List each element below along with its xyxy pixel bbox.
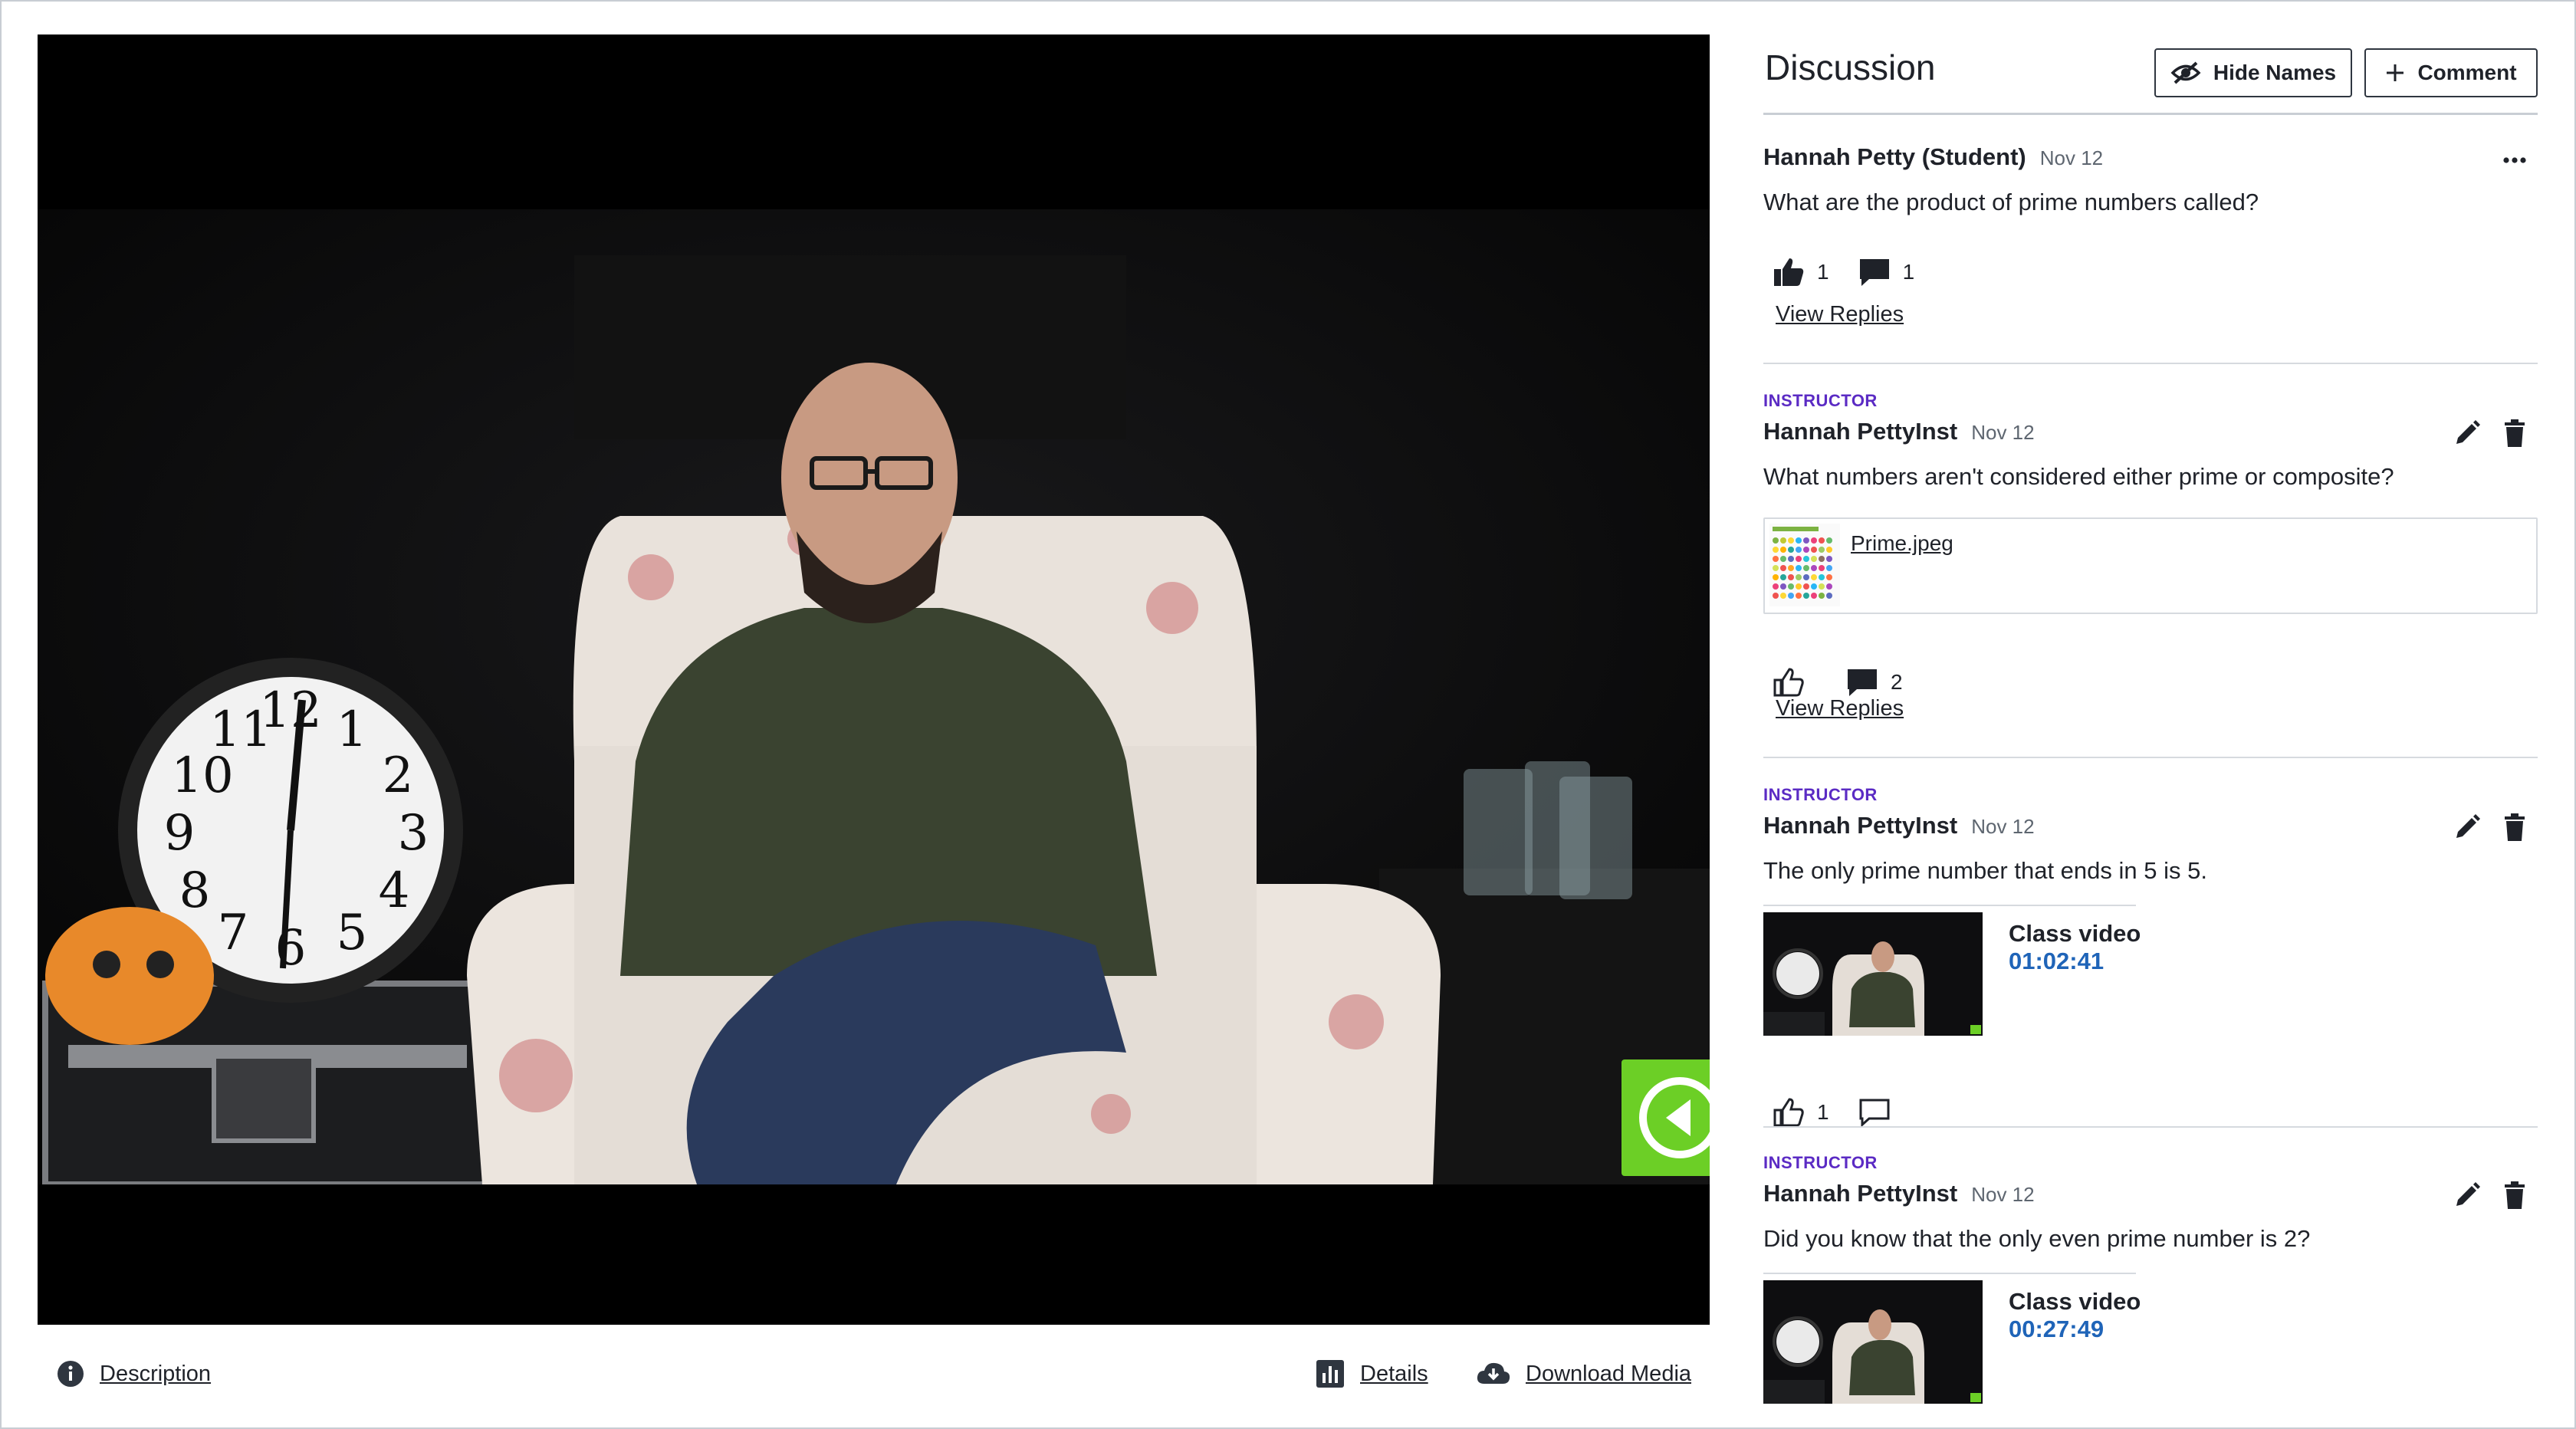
video-clip-card[interactable]: Class video 01:02:41	[1763, 905, 2538, 1039]
like-count: 1	[1817, 260, 1829, 284]
video-frame[interactable]: 12 1 2 345 678 9 10 11	[38, 209, 1710, 1184]
more-options-button[interactable]	[2499, 145, 2530, 176]
arrow-left-circle-icon	[1639, 1077, 1710, 1158]
comment-date: Nov 12	[1971, 421, 2035, 444]
clip-divider	[1763, 1273, 2136, 1274]
cloud-download-icon	[1477, 1362, 1510, 1384]
add-comment-button[interactable]: Comment	[2364, 48, 2538, 97]
clip-divider	[1763, 905, 2136, 906]
pencil-icon	[2456, 1182, 2480, 1206]
delete-button[interactable]	[2499, 418, 2530, 448]
hide-names-label: Hide Names	[2213, 61, 2337, 84]
trash-icon	[2505, 813, 2525, 841]
comment-date: Nov 12	[1971, 1183, 2035, 1206]
clip-title: Class video	[2009, 1288, 2141, 1315]
svg-text:7: 7	[218, 905, 249, 961]
trash-icon	[2505, 419, 2525, 447]
comment-divider	[1763, 363, 2538, 364]
like-button[interactable]	[1773, 667, 1817, 698]
delete-button[interactable]	[2499, 812, 2530, 843]
reply-button[interactable]	[1858, 1097, 1903, 1128]
eye-off-icon	[2170, 61, 2201, 84]
bar-chart-icon	[1316, 1360, 1344, 1388]
like-button[interactable]: 1	[1773, 257, 1829, 287]
edit-button[interactable]	[2452, 812, 2482, 843]
author-name: Hannah PettyInst	[1763, 1180, 1958, 1207]
role-badge: INSTRUCTOR	[1763, 785, 1878, 804]
delete-button[interactable]	[2499, 1180, 2530, 1211]
comment-text: The only prime number that ends in 5 is …	[1763, 857, 2207, 884]
comment-text: Did you know that the only even prime nu…	[1763, 1225, 2311, 1252]
attachment-thumbnail	[1769, 524, 1840, 606]
comment-text: What are the product of prime numbers ca…	[1763, 189, 2259, 215]
comment-date: Nov 12	[1971, 815, 2035, 838]
details-link-label: Details	[1360, 1361, 1428, 1386]
like-count: 1	[1817, 1100, 1829, 1124]
svg-text:9: 9	[164, 805, 196, 862]
reply-count: 2	[1891, 670, 1903, 694]
reply-count: 1	[1902, 260, 1915, 284]
comment-text: What numbers aren't considered either pr…	[1763, 463, 2394, 490]
svg-text:1: 1	[337, 701, 368, 758]
svg-text:8: 8	[179, 862, 211, 919]
speech-bubble-filled-icon	[1848, 669, 1877, 696]
thumbs-up-filled-icon	[1774, 258, 1804, 286]
header-divider	[1763, 113, 2538, 115]
caption-toggle-button[interactable]	[1622, 1059, 1710, 1176]
view-replies-link[interactable]: View Replies	[1776, 302, 1904, 327]
svg-text:3: 3	[398, 805, 429, 862]
author-name: Hannah PettyInst	[1763, 418, 1958, 445]
comment-divider	[1763, 757, 2538, 758]
attachment-filename[interactable]: Prime.jpeg	[1851, 531, 1953, 556]
video-clip-card[interactable]: Class video 00:27:49	[1763, 1273, 2538, 1407]
pencil-icon	[2456, 420, 2480, 444]
thumbs-up-outline-icon	[1773, 1098, 1804, 1127]
svg-text:11: 11	[209, 701, 271, 758]
download-media-link[interactable]: Download Media	[1477, 1357, 1691, 1391]
comment-divider	[1763, 1126, 2538, 1128]
video-clip-thumbnail[interactable]	[1763, 1280, 1983, 1404]
description-link[interactable]: Description	[57, 1357, 211, 1391]
role-badge: INSTRUCTOR	[1763, 1153, 1878, 1172]
info-icon	[58, 1361, 84, 1387]
svg-text:4: 4	[379, 862, 410, 919]
pencil-icon	[2456, 814, 2480, 838]
description-link-label: Description	[100, 1361, 212, 1386]
reply-count-button[interactable]: 2	[1846, 667, 1903, 698]
reply-count-button[interactable]: 1	[1858, 257, 1915, 287]
role-badge: INSTRUCTOR	[1763, 391, 1878, 410]
video-clip-thumbnail[interactable]	[1763, 912, 1983, 1036]
like-button[interactable]: 1	[1773, 1097, 1829, 1128]
speech-bubble-filled-icon	[1859, 259, 1889, 286]
comment-date: Nov 12	[2039, 146, 2104, 169]
view-replies-link[interactable]: View Replies	[1776, 696, 1904, 721]
trash-icon	[2505, 1181, 2525, 1209]
svg-text:6: 6	[275, 920, 307, 977]
author-name: Hannah Petty (Student)	[1763, 143, 2026, 170]
svg-text:5: 5	[337, 905, 368, 961]
clip-title: Class video	[2009, 920, 2141, 947]
comment-label: Comment	[2417, 61, 2517, 84]
video-player[interactable]: 12 1 2 345 678 9 10 11	[38, 34, 1710, 1325]
download-media-link-label: Download Media	[1526, 1361, 1692, 1386]
thumbs-up-outline-icon	[1773, 668, 1804, 697]
author-name: Hannah PettyInst	[1763, 812, 1958, 839]
clip-timestamp[interactable]: 00:27:49	[2009, 1316, 2104, 1343]
more-horizontal-icon	[2503, 157, 2526, 163]
hide-names-button[interactable]: Hide Names	[2154, 48, 2352, 97]
plus-icon	[2387, 64, 2404, 81]
speech-bubble-outline-icon	[1859, 1099, 1890, 1128]
discussion-title: Discussion	[1765, 48, 1936, 87]
clip-timestamp[interactable]: 01:02:41	[2009, 948, 2104, 975]
edit-button[interactable]	[2452, 418, 2482, 448]
details-link[interactable]: Details	[1316, 1357, 1428, 1391]
edit-button[interactable]	[2452, 1180, 2482, 1211]
discussion-panel: Discussion Hide Names Comment Hannah Pet…	[1763, 34, 2538, 1429]
svg-text:2: 2	[383, 747, 414, 804]
attachment-card[interactable]: Prime.jpeg	[1763, 517, 2538, 614]
